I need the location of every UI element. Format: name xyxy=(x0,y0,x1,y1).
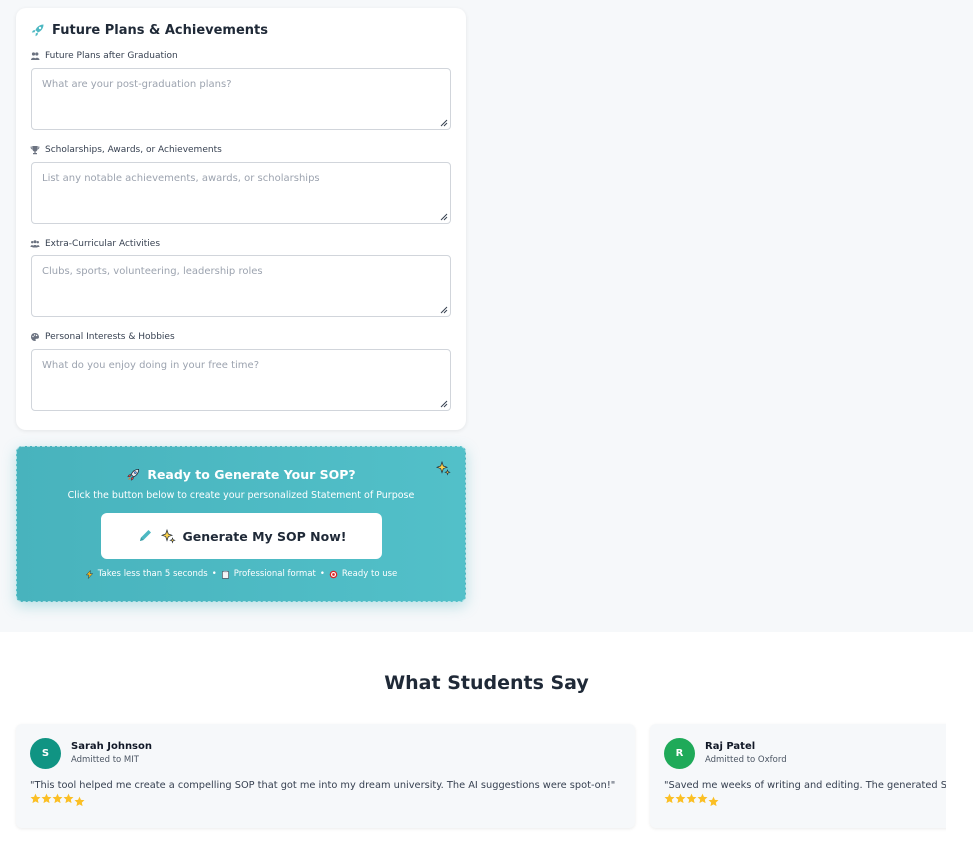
lightning-icon xyxy=(85,569,93,579)
future-plans-placeholder: What are your post-graduation plans? xyxy=(42,79,232,90)
star-rating xyxy=(664,793,719,807)
star-icon xyxy=(41,793,52,804)
target-icon xyxy=(329,570,338,578)
achievements-placeholder: List any notable achievements, awards, o… xyxy=(42,173,320,184)
generate-sop-button[interactable]: Generate My SOP Now! xyxy=(101,513,382,559)
testimonial-card: S Sarah Johnson Admitted to MIT "This to… xyxy=(16,724,635,828)
interests-placeholder: What do you enjoy doing in your free tim… xyxy=(42,360,259,371)
cta-subtitle: Click the button below to create your pe… xyxy=(67,490,415,501)
feature-format: Professional format xyxy=(233,569,316,579)
cta-heading: Ready to Generate Your SOP? xyxy=(17,467,465,482)
sparkles-icon xyxy=(160,528,176,544)
resize-handle-icon[interactable] xyxy=(439,399,448,408)
star-icon xyxy=(52,793,63,804)
future-plans-card: Future Plans & Achievements Future Plans… xyxy=(16,8,466,430)
testimonials-section: What Students Say S Sarah Johnson Admitt… xyxy=(0,632,973,841)
palette-icon xyxy=(31,333,39,341)
testimonials-title: What Students Say xyxy=(384,672,589,694)
resize-handle-icon[interactable] xyxy=(439,212,448,221)
carousel-clip xyxy=(946,632,973,841)
feature-ready: Ready to use xyxy=(341,569,398,579)
testimonial-card: R Raj Patel Admitted to Oxford "Saved me… xyxy=(650,724,973,828)
star-icon xyxy=(74,796,85,807)
feature-separator: • xyxy=(211,569,217,579)
testimonial-name: Raj Patel xyxy=(705,741,756,752)
achievements-input[interactable]: List any notable achievements, awards, o… xyxy=(31,162,451,224)
avatar: S xyxy=(30,738,61,769)
testimonial-quote: "This tool helped me create a compelling… xyxy=(30,780,616,791)
extracurricular-placeholder: Clubs, sports, volunteering, leadership … xyxy=(42,266,263,277)
users-icon xyxy=(30,240,40,248)
achievements-label: Scholarships, Awards, or Achievements xyxy=(30,145,222,155)
section-title: Future Plans & Achievements xyxy=(52,22,269,38)
feature-speed: Takes less than 5 seconds xyxy=(97,569,208,579)
extracurricular-input[interactable]: Clubs, sports, volunteering, leadership … xyxy=(31,255,451,317)
clipboard-icon xyxy=(221,570,229,579)
rocket-icon xyxy=(31,24,44,37)
extracurricular-label: Extra-Curricular Activities xyxy=(30,239,160,249)
cta-title: Ready to Generate Your SOP? xyxy=(147,467,356,482)
testimonial-quote: "Saved me weeks of writing and editing. … xyxy=(664,780,973,791)
pencil-icon xyxy=(139,530,151,541)
avatar: R xyxy=(664,738,695,769)
interests-label: Personal Interests & Hobbies xyxy=(30,332,175,342)
resize-handle-icon[interactable] xyxy=(439,305,448,314)
feature-separator: • xyxy=(319,569,325,579)
star-icon xyxy=(664,793,675,804)
cta-features: Takes less than 5 seconds • Professional… xyxy=(17,569,465,579)
star-icon xyxy=(63,793,74,804)
testimonial-admission: Admitted to MIT xyxy=(71,755,139,765)
resize-handle-icon[interactable] xyxy=(439,118,448,127)
future-plans-input[interactable]: What are your post-graduation plans? xyxy=(31,68,451,130)
star-icon xyxy=(30,793,41,804)
section-heading: Future Plans & Achievements xyxy=(30,22,268,38)
generate-sop-label: Generate My SOP Now! xyxy=(182,528,347,544)
star-icon xyxy=(686,793,697,804)
rocket-icon xyxy=(127,468,140,481)
star-rating xyxy=(30,793,85,807)
future-plans-label: Future Plans after Graduation xyxy=(30,51,178,61)
star-icon xyxy=(697,793,708,804)
interests-input[interactable]: What do you enjoy doing in your free tim… xyxy=(31,349,451,411)
graduation-icon xyxy=(31,52,40,60)
testimonial-admission: Admitted to Oxford xyxy=(705,755,787,765)
star-icon xyxy=(675,793,686,804)
generate-cta-panel: Ready to Generate Your SOP? Click the bu… xyxy=(16,446,466,602)
star-icon xyxy=(708,796,719,807)
testimonial-name: Sarah Johnson xyxy=(71,741,153,752)
trophy-icon xyxy=(30,146,40,155)
